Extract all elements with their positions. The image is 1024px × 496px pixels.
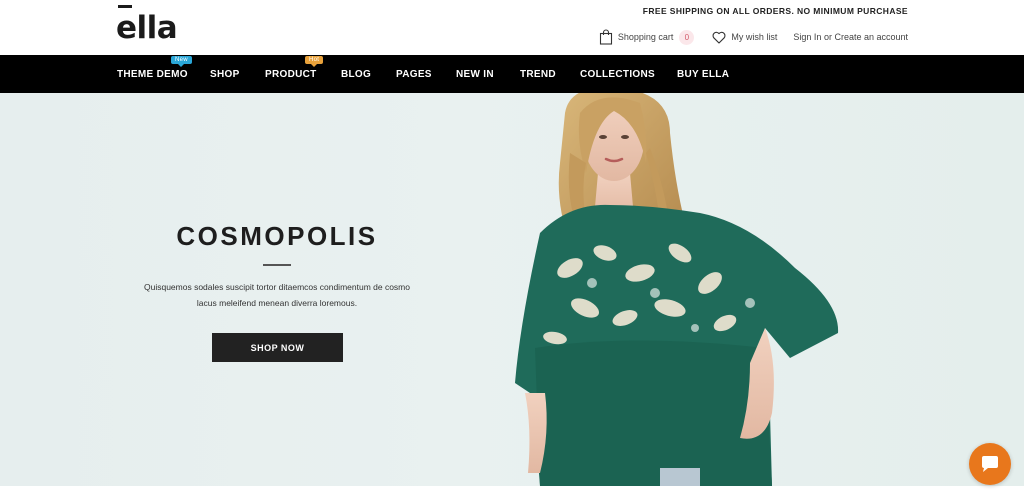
nav-item-theme-demo[interactable]: THEME DEMO New bbox=[117, 55, 192, 93]
hero-content: COSMOPOLIS Quisquemos sodales suscipit t… bbox=[130, 93, 424, 486]
hero-title: COSMOPOLIS bbox=[176, 221, 378, 251]
shop-now-button[interactable]: SHOP NOW bbox=[212, 333, 343, 362]
logo-accent bbox=[118, 5, 132, 8]
hero-description: Quisquemos sodales suscipit tortor ditae… bbox=[144, 282, 410, 308]
site-header: ella FREE SHIPPING ON ALL ORDERS. NO MIN… bbox=[0, 0, 1024, 55]
new-badge: New bbox=[171, 56, 192, 67]
cart-count-badge: 0 bbox=[679, 29, 695, 45]
hero-banner: COSMOPOLIS Quisquemos sodales suscipit t… bbox=[0, 93, 1024, 486]
header-actions: Shopping cart 0 My wish list Sign In or … bbox=[599, 28, 908, 46]
wishlist-link[interactable]: My wish list bbox=[694, 31, 777, 44]
chat-icon bbox=[982, 456, 998, 472]
nav-item-label: THEME DEMO bbox=[117, 68, 188, 80]
nav-item-label: BUY ELLA bbox=[677, 68, 730, 80]
hero-divider bbox=[263, 264, 291, 266]
nav-item-label: PAGES bbox=[396, 68, 432, 80]
shopping-bag-icon bbox=[599, 29, 612, 45]
site-logo[interactable]: ella bbox=[116, 5, 178, 46]
hot-badge: Hot bbox=[305, 56, 324, 67]
nav-item-label: COLLECTIONS bbox=[580, 68, 655, 80]
shopping-cart-link[interactable]: Shopping cart 0 bbox=[599, 29, 695, 45]
hero-model-image bbox=[515, 93, 839, 486]
nav-item-label: SHOP bbox=[210, 68, 240, 80]
bottom-strip bbox=[0, 486, 1024, 496]
nav-item-product[interactable]: PRODUCT Hot bbox=[265, 55, 324, 93]
promo-banner: FREE SHIPPING ON ALL ORDERS. NO MINIMUM … bbox=[642, 6, 908, 16]
sign-in-link[interactable]: Sign In or Create an account bbox=[793, 32, 908, 42]
nav-item-collections[interactable]: COLLECTIONS bbox=[580, 55, 655, 93]
heart-icon bbox=[712, 31, 726, 44]
main-nav: THEME DEMO New SHOP PRODUCT Hot BLOG PAG… bbox=[0, 55, 1024, 93]
nav-item-shop[interactable]: SHOP bbox=[210, 55, 240, 93]
nav-item-label: BLOG bbox=[341, 68, 372, 80]
nav-item-label: NEW IN bbox=[456, 68, 494, 80]
nav-item-buy-ella[interactable]: BUY ELLA bbox=[677, 55, 729, 93]
nav-item-trend[interactable]: TREND bbox=[520, 55, 556, 93]
cart-label: Shopping cart bbox=[617, 32, 674, 42]
logo-text: ella bbox=[116, 10, 178, 46]
nav-item-pages[interactable]: PAGES bbox=[396, 55, 432, 93]
nav-item-new-in[interactable]: NEW IN bbox=[456, 55, 494, 93]
nav-item-label: TREND bbox=[520, 68, 556, 80]
chat-button[interactable] bbox=[969, 443, 1011, 485]
nav-item-label: PRODUCT bbox=[265, 68, 317, 80]
nav-item-blog[interactable]: BLOG bbox=[341, 55, 371, 93]
wishlist-label: My wish list bbox=[731, 32, 778, 42]
